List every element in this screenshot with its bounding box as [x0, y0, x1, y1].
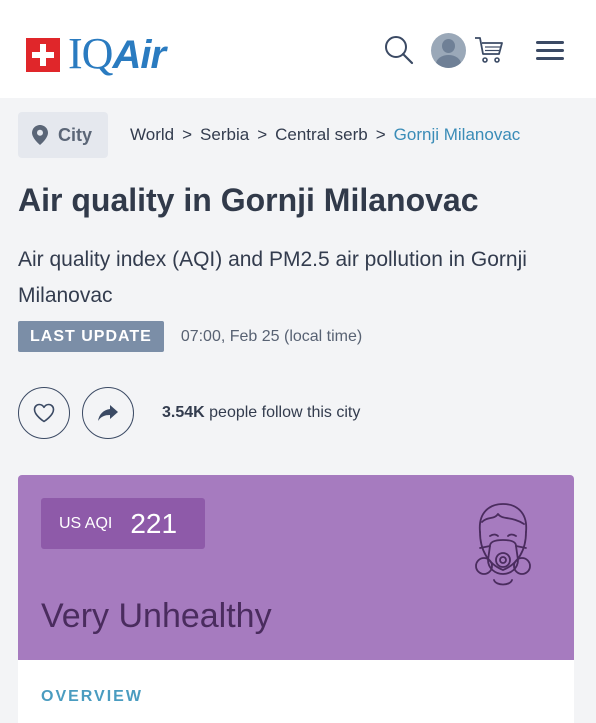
breadcrumb-separator: > [182, 125, 193, 144]
breadcrumb-item-city[interactable]: Gornji Milanovac [394, 125, 521, 145]
city-chip-label: City [58, 124, 93, 145]
breadcrumb-separator: > [257, 125, 268, 144]
location-pin-icon [32, 125, 48, 145]
breadcrumb-item-serbia[interactable]: Serbia [200, 125, 249, 145]
follower-count-text: 3.54K people follow this city [162, 404, 360, 422]
page-subtitle: Air quality index (AQI) and PM2.5 air po… [18, 248, 527, 307]
search-icon[interactable] [384, 35, 414, 65]
heart-icon [33, 403, 55, 423]
gas-mask-face-icon [475, 503, 531, 586]
site-header: IQAir [0, 0, 596, 98]
follow-actions: 3.54K people follow this city [18, 387, 360, 439]
follower-label: people follow this city [209, 404, 361, 421]
logo-wordmark: IQAir [68, 29, 166, 78]
follower-count: 3.54K [162, 404, 205, 421]
last-update-badge: LAST UPDATE [18, 321, 164, 352]
breadcrumb-trail: World > Serbia > Central serb > Gornji M… [130, 125, 520, 145]
breadcrumb-item-world[interactable]: World [130, 125, 174, 145]
aqi-status: Very Unhealthy [41, 597, 272, 635]
favorite-button[interactable] [18, 387, 70, 439]
breadcrumb-separator: > [375, 125, 386, 144]
last-update-row: LAST UPDATE 07:00, Feb 25 (local time) [18, 321, 362, 352]
share-button[interactable] [82, 387, 134, 439]
page-title: Air quality in Gornji Milanovac [18, 182, 479, 218]
cart-icon[interactable] [474, 35, 504, 65]
menu-icon[interactable] [536, 41, 564, 61]
aqi-value: 221 [130, 507, 178, 539]
aqi-card: US AQI 221 Very Unhealthy [18, 475, 574, 660]
aqi-value-box: US AQI 221 [41, 498, 205, 549]
breadcrumb: City World > Serbia > Central serb > Gor… [18, 112, 578, 158]
overview-label[interactable]: OVERVIEW [41, 688, 143, 706]
overview-section: OVERVIEW [18, 660, 574, 723]
last-update-time: 07:00, Feb 25 (local time) [180, 327, 363, 345]
breadcrumb-item-region[interactable]: Central serb [275, 125, 368, 145]
avatar[interactable] [431, 33, 466, 68]
share-arrow-icon [98, 405, 118, 421]
iqair-logo[interactable]: IQAir [26, 29, 166, 78]
swiss-flag-icon [26, 37, 60, 72]
aqi-label: US AQI [59, 514, 113, 532]
city-chip[interactable]: City [18, 112, 109, 158]
